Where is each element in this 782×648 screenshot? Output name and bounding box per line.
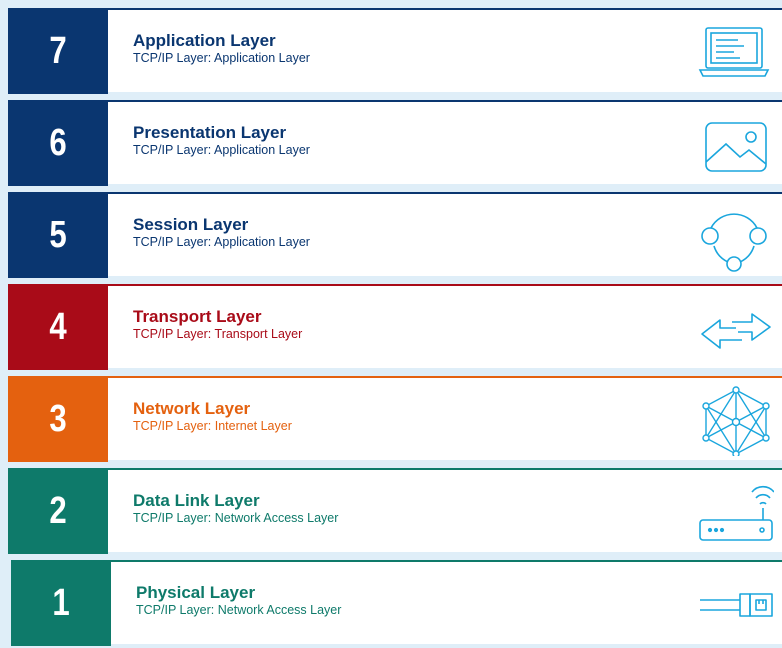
laptop-icon: [694, 18, 774, 88]
layer-number: 3: [49, 397, 67, 440]
layer-subtitle: TCP/IP Layer: Application Layer: [133, 143, 310, 157]
layer-row-network: 3 Network Layer TCP/IP Layer: Internet L…: [8, 376, 782, 462]
layer-subtitle: TCP/IP Layer: Internet Layer: [133, 419, 292, 433]
layer-row-physical: 1 Physical Layer TCP/IP Layer: Network A…: [11, 560, 782, 646]
layer-title: Application Layer: [133, 31, 276, 50]
layer-number-badge: 4: [8, 284, 108, 370]
layer-title: Transport Layer: [133, 307, 262, 326]
wifi-router-icon: [694, 478, 774, 548]
image-icon: [694, 110, 774, 180]
layer-title: Presentation Layer: [133, 123, 287, 142]
layer-subtitle: TCP/IP Layer: Application Layer: [133, 51, 310, 65]
layer-number-badge: 2: [8, 468, 108, 554]
layer-number: 5: [49, 213, 67, 256]
layer-number-badge: 6: [8, 100, 108, 186]
layer-subtitle: TCP/IP Layer: Transport Layer: [133, 327, 303, 341]
session-nodes-icon: [694, 202, 774, 272]
layer-row-session: 5 Session Layer TCP/IP Layer: Applicatio…: [8, 192, 782, 278]
layer-subtitle: TCP/IP Layer: Application Layer: [133, 235, 310, 249]
layer-row-data-link: 2 Data Link Layer TCP/IP Layer: Network …: [8, 468, 782, 554]
layer-row-presentation: 6 Presentation Layer TCP/IP Layer: Appli…: [8, 100, 782, 186]
network-mesh-icon: [694, 386, 774, 456]
layer-number-badge: 7: [8, 8, 108, 94]
layer-number: 2: [49, 489, 67, 532]
layer-number-badge: 1: [11, 560, 111, 646]
layer-title: Data Link Layer: [133, 491, 260, 510]
layer-title: Session Layer: [133, 215, 249, 234]
layer-number: 6: [49, 121, 67, 164]
layer-number-badge: 3: [8, 376, 108, 462]
layer-number: 1: [52, 581, 70, 624]
layer-subtitle: TCP/IP Layer: Network Access Layer: [133, 511, 339, 525]
layer-row-transport: 4 Transport Layer TCP/IP Layer: Transpor…: [8, 284, 782, 370]
layer-title: Physical Layer: [136, 583, 256, 602]
layer-title: Network Layer: [133, 399, 251, 418]
bidirectional-arrows-icon: [694, 294, 774, 364]
layer-number-badge: 5: [8, 192, 108, 278]
layer-number: 7: [49, 29, 67, 72]
layer-subtitle: TCP/IP Layer: Network Access Layer: [136, 603, 342, 617]
ethernet-cable-icon: [694, 570, 774, 640]
layer-number: 4: [49, 305, 67, 348]
layer-row-application: 7 Application Layer TCP/IP Layer: Applic…: [8, 8, 782, 94]
